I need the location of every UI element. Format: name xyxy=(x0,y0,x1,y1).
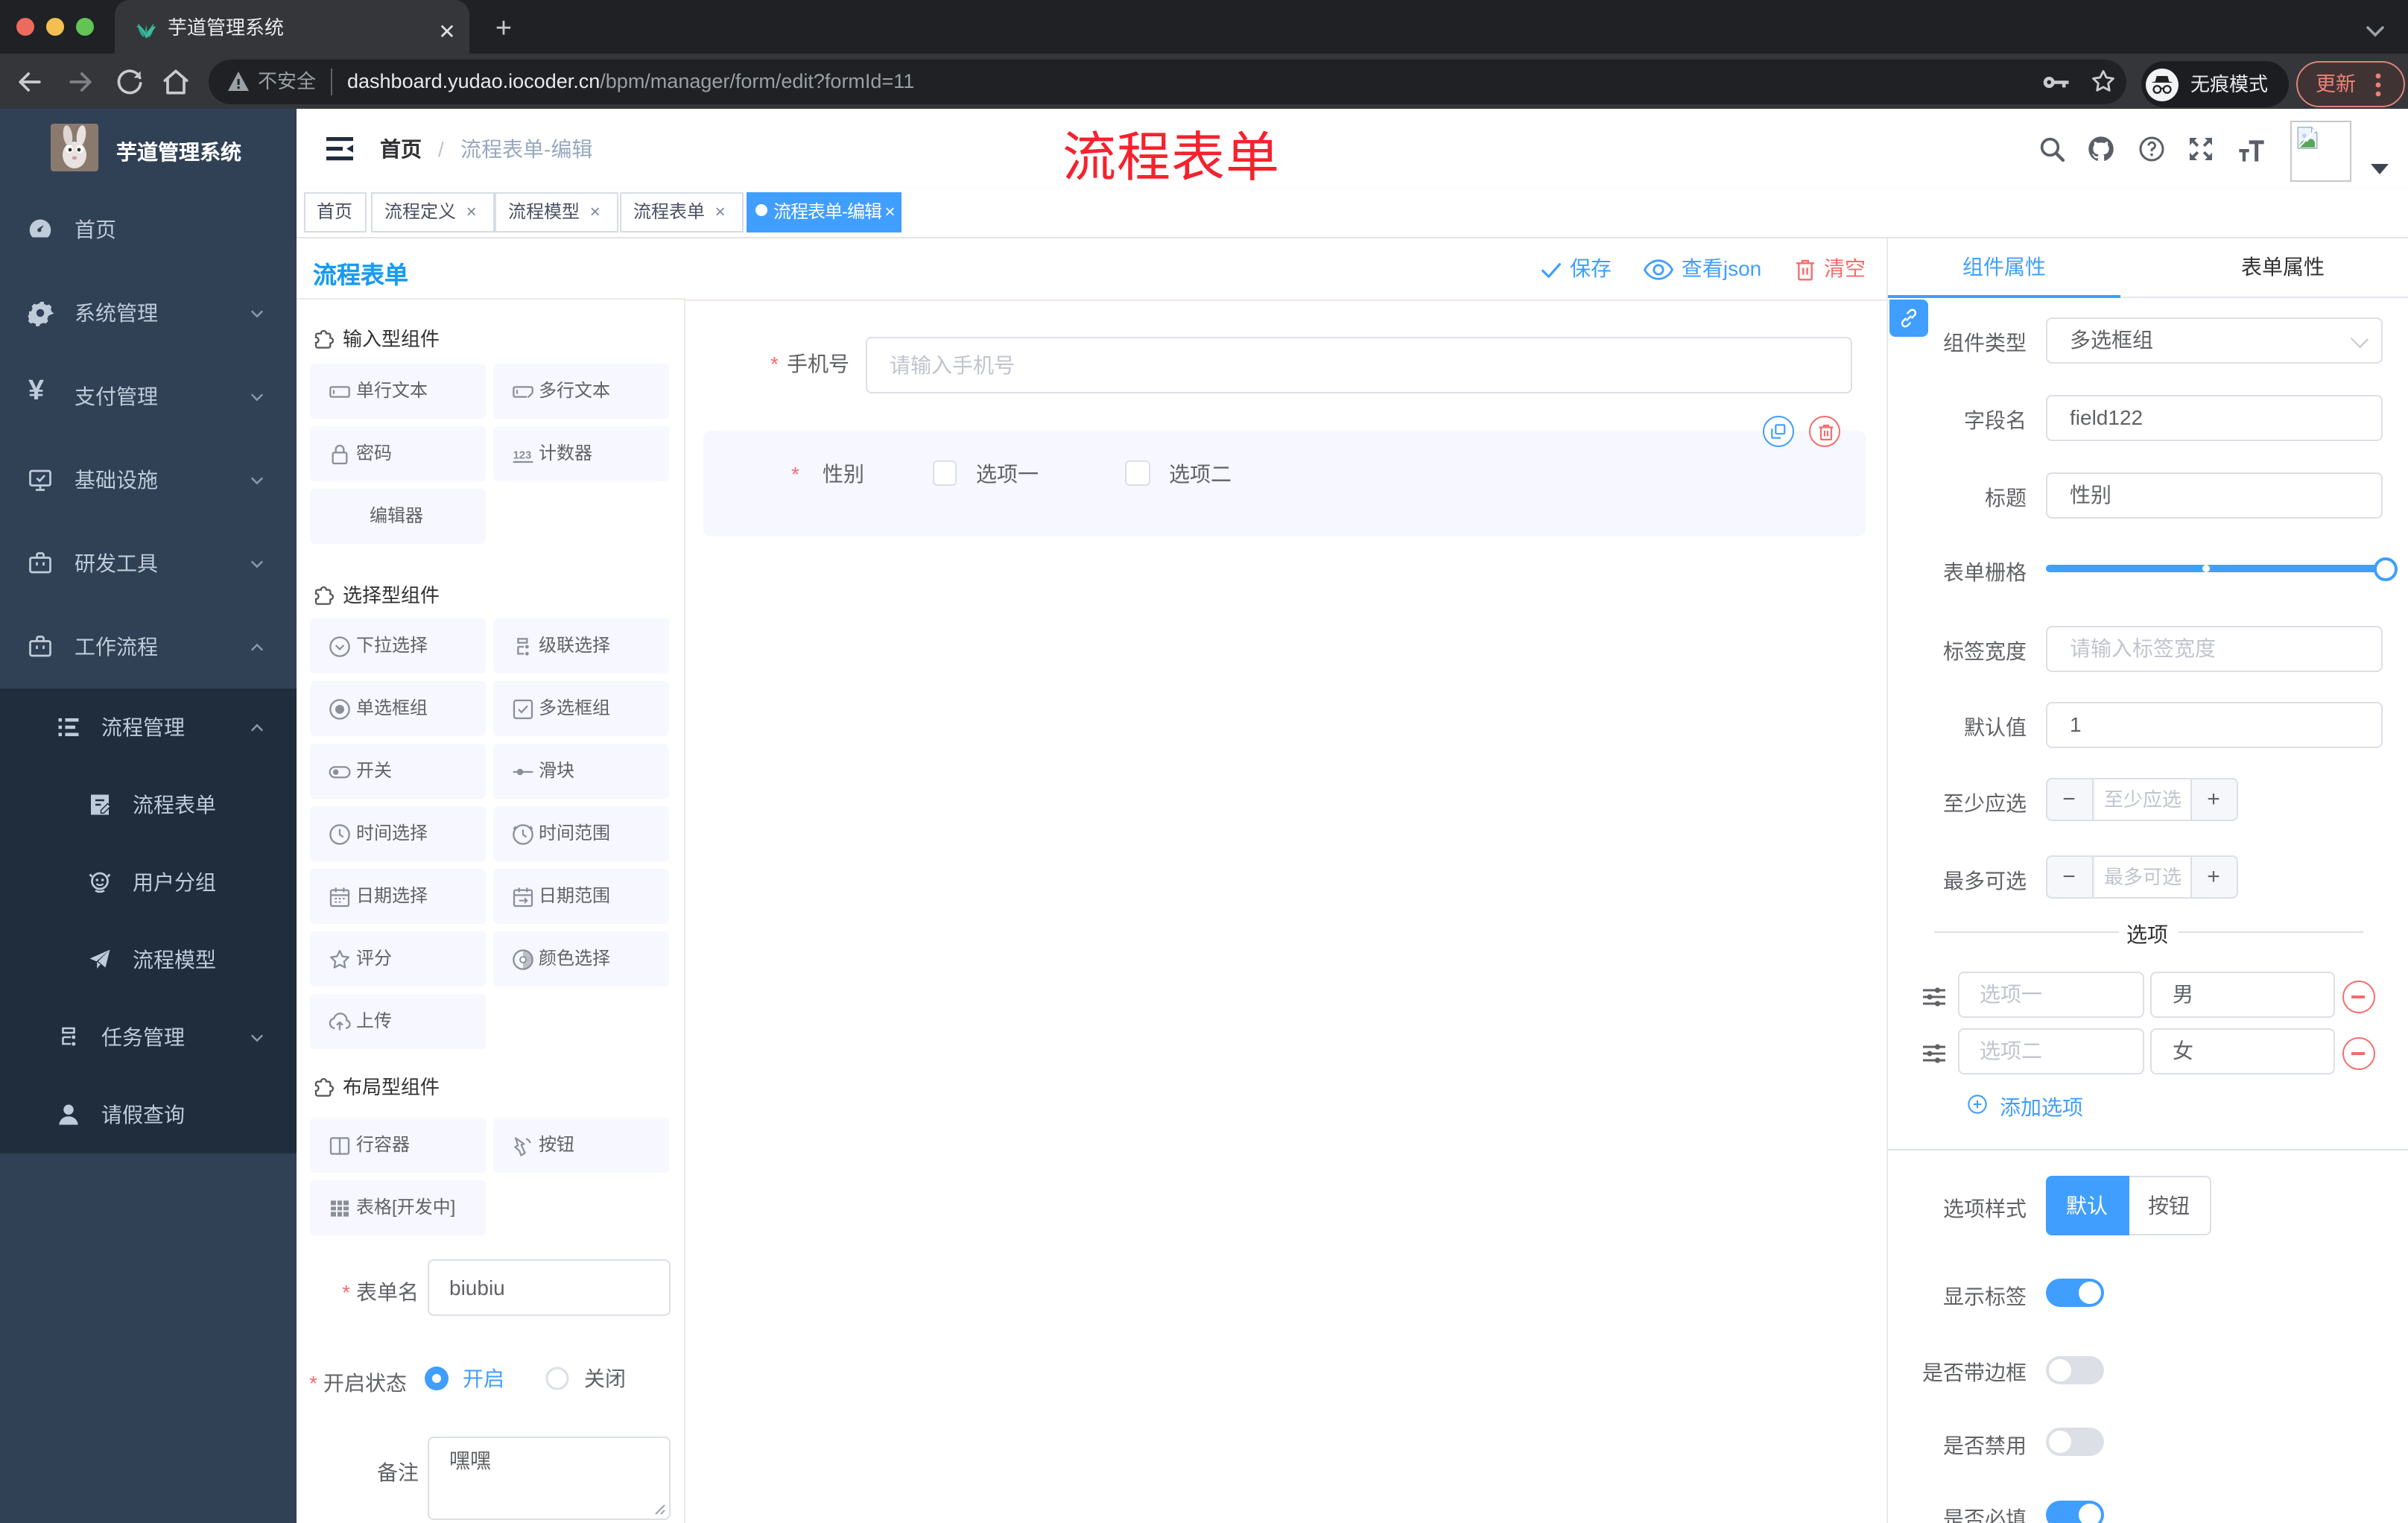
svg-text:123: 123 xyxy=(513,449,530,460)
